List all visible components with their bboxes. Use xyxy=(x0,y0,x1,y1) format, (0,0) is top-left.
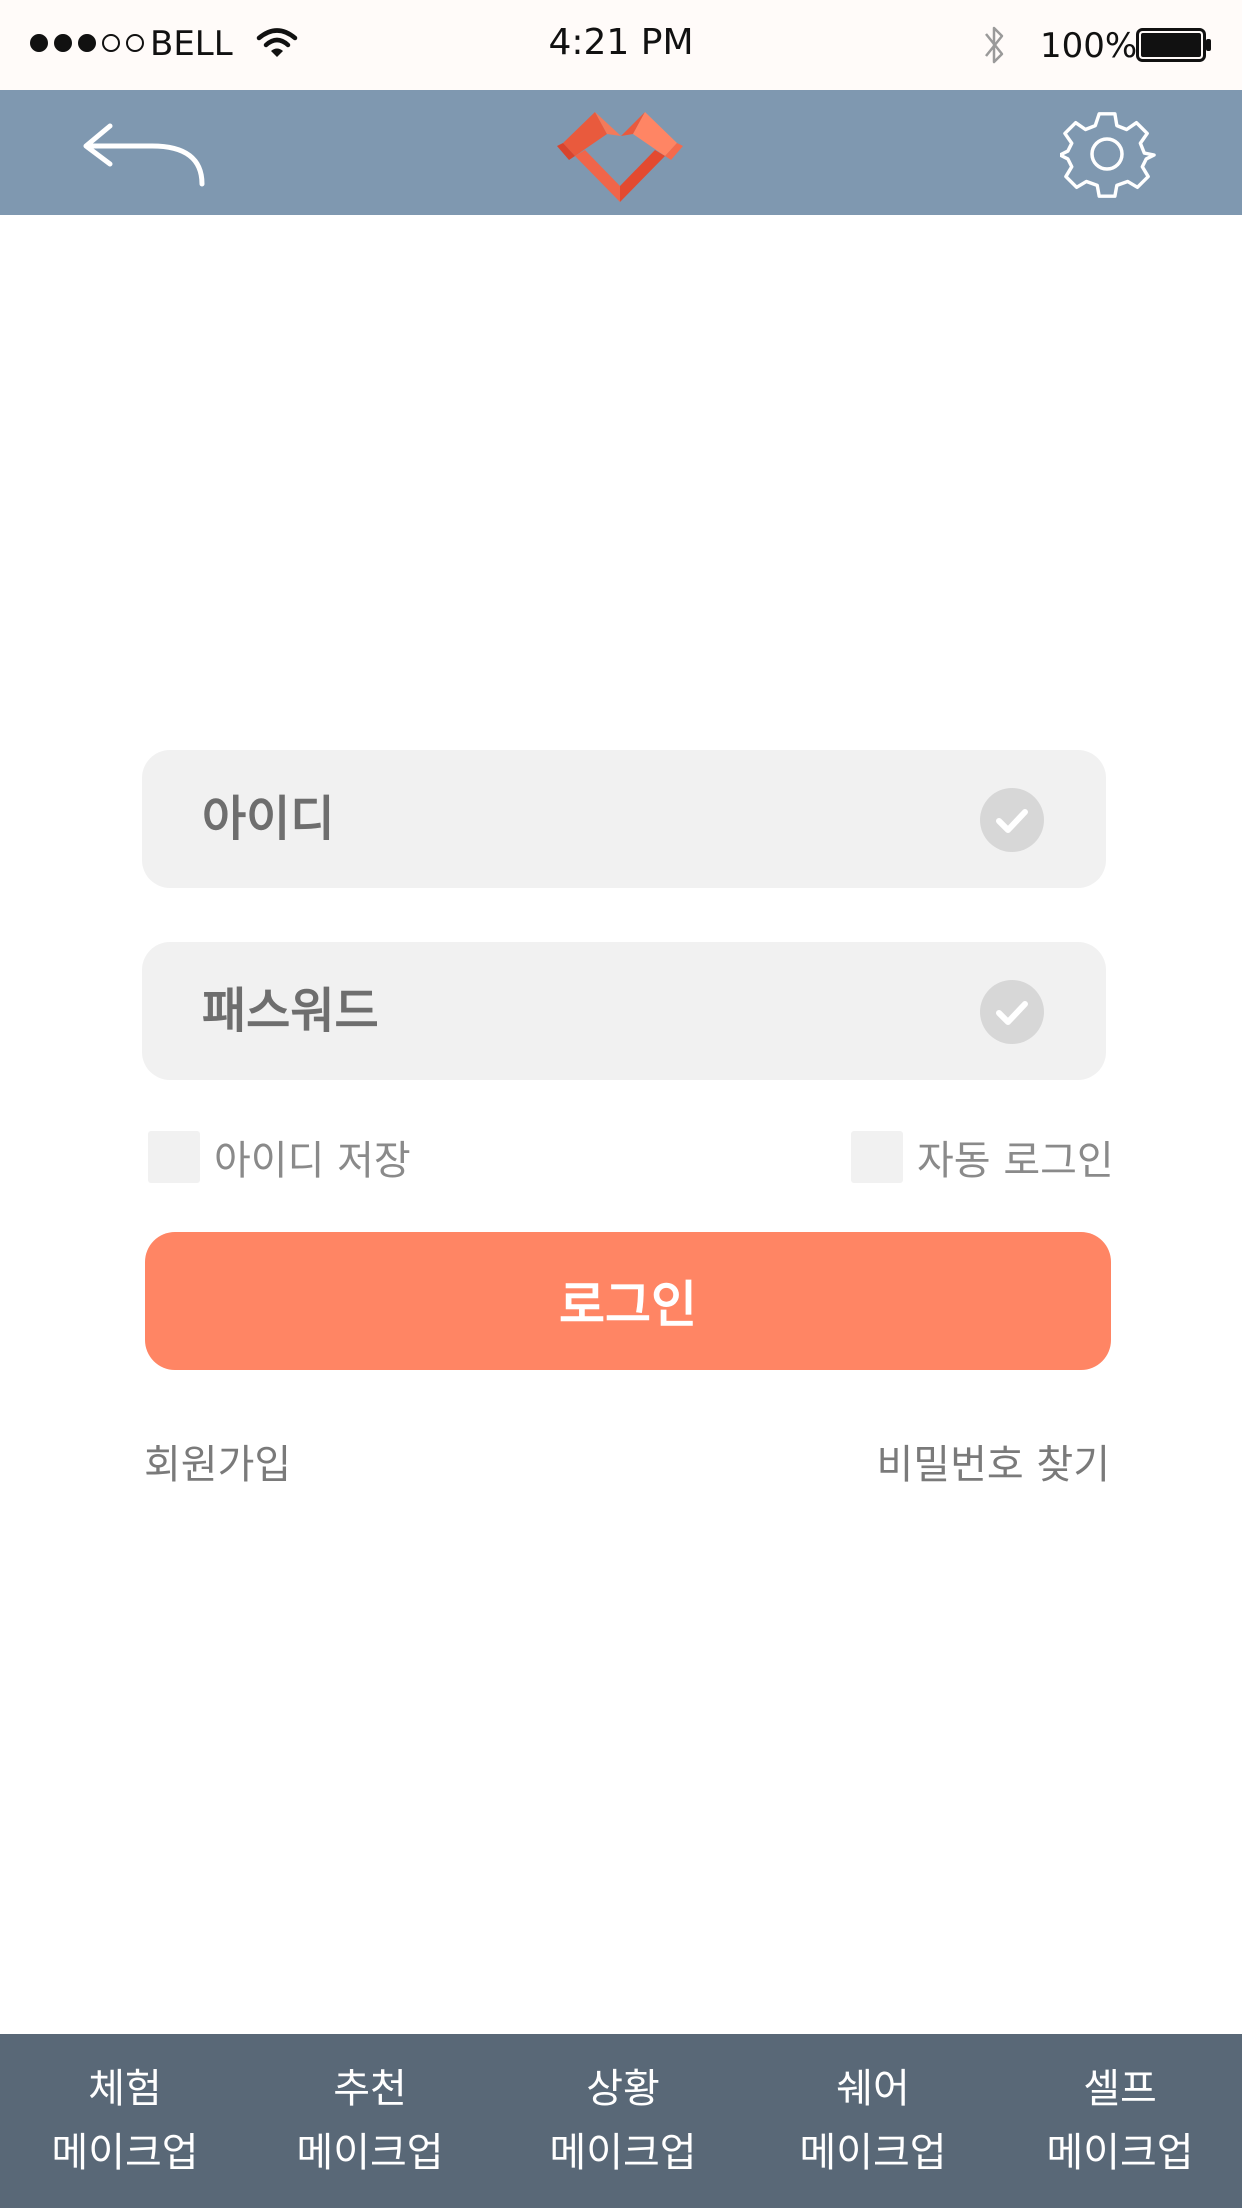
nav-item-sublabel: 메이크업 xyxy=(296,2130,444,2176)
nav-item-situation-makeup[interactable]: 상황 메이크업 xyxy=(528,2034,718,2208)
nav-item-self-makeup[interactable]: 셀프 메이크업 xyxy=(1025,2034,1215,2208)
signup-link[interactable]: 회원가입 xyxy=(144,1432,291,1490)
nav-item-label: 체험 xyxy=(88,2066,162,2112)
save-id-checkbox[interactable] xyxy=(148,1131,200,1183)
nav-item-experience-makeup[interactable]: 체험 메이크업 xyxy=(30,2034,220,2208)
nav-item-share-makeup[interactable]: 쉐어 메이크업 xyxy=(778,2034,968,2208)
id-input[interactable] xyxy=(202,750,982,888)
save-id-option[interactable]: 아이디 저장 xyxy=(148,1130,411,1184)
auto-login-checkbox[interactable] xyxy=(851,1131,903,1183)
checkmark-icon xyxy=(996,809,1028,833)
origami-heart-logo xyxy=(557,112,683,202)
nav-item-sublabel: 메이크업 xyxy=(1046,2130,1194,2176)
password-check-badge xyxy=(980,980,1044,1044)
nav-item-recommended-makeup[interactable]: 추천 메이크업 xyxy=(275,2034,465,2208)
id-field xyxy=(142,750,1106,888)
nav-item-label: 추천 xyxy=(333,2066,407,2112)
nav-item-label: 상황 xyxy=(586,2066,660,2112)
back-arrow-icon xyxy=(83,123,205,187)
nav-item-label: 셀프 xyxy=(1083,2066,1157,2112)
login-button[interactable]: 로그인 xyxy=(145,1232,1111,1370)
auto-login-option[interactable]: 자동 로그인 xyxy=(851,1130,1114,1184)
settings-button[interactable] xyxy=(1058,106,1156,202)
nav-item-sublabel: 메이크업 xyxy=(51,2130,199,2176)
nav-item-sublabel: 메이크업 xyxy=(549,2130,697,2176)
password-input[interactable] xyxy=(202,942,982,1080)
auto-login-label: 자동 로그인 xyxy=(917,1138,1114,1184)
nav-item-label: 쉐어 xyxy=(836,2066,910,2112)
back-button[interactable] xyxy=(80,112,210,192)
id-check-badge xyxy=(980,788,1044,852)
find-password-link[interactable]: 비밀번호 찾기 xyxy=(876,1432,1110,1490)
gear-icon xyxy=(1058,112,1156,198)
save-id-label: 아이디 저장 xyxy=(214,1138,411,1184)
nav-item-sublabel: 메이크업 xyxy=(799,2130,947,2176)
password-field xyxy=(142,942,1106,1080)
bottom-nav: 체험 메이크업 추천 메이크업 상황 메이크업 쉐어 메이크업 셀프 메이크업 xyxy=(0,2034,1242,2208)
bluetooth-icon xyxy=(985,26,1004,64)
battery-percentage: 100% xyxy=(1040,26,1138,66)
status-bar: BELL 4:21 PM 100% xyxy=(0,0,1242,90)
app-header xyxy=(0,90,1242,215)
battery-icon xyxy=(1136,28,1211,62)
checkmark-icon xyxy=(996,1001,1028,1025)
